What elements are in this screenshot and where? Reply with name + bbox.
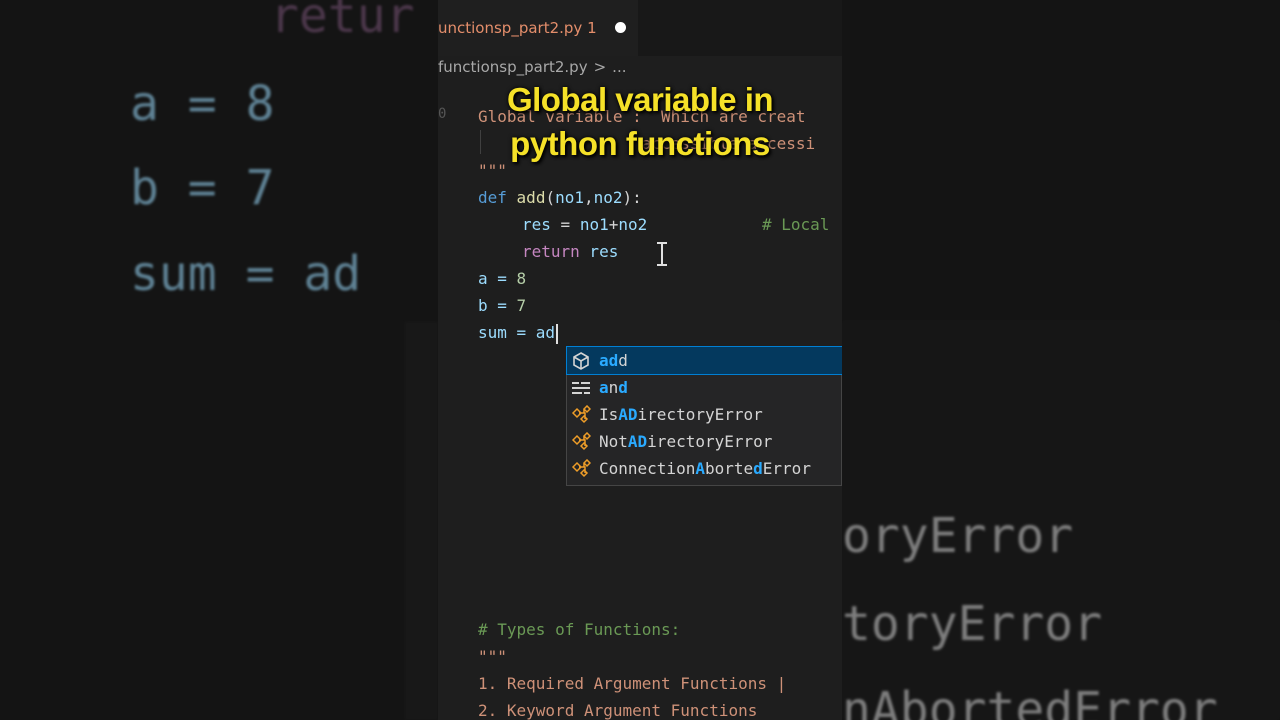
bg-error-2: toryError [842,596,1103,652]
bg-error-3: nAbortedError [842,682,1218,720]
suggestion-add[interactable]: add [566,346,842,375]
class-icon [571,405,591,424]
bg-b-line: b = 7 [130,160,275,216]
tab-functionsp-part2[interactable]: unctionsp_part2.py 1 [438,0,638,56]
video-title-caption: Global variable in python functions [438,78,842,166]
code-line-list-2[interactable]: 2. Keyword Argument Functions [478,697,757,720]
code-line-types-comment[interactable]: # Types of Functions: [478,616,680,643]
suggestion-notadirectoryerror[interactable]: NotADirectoryError [567,428,842,455]
keyword-icon [572,382,590,394]
code-line-res[interactable]: res = no1+no2 [522,211,647,238]
code-line-types-doc[interactable]: """ [478,643,507,670]
autocomplete-suggestions[interactable]: add and IsADirectoryError NotADirectoryE… [566,346,842,486]
method-icon [573,352,589,370]
code-line-list-1[interactable]: 1. Required Argument Functions | [478,670,796,697]
left-zoom-background: retur a = 8 b = 7 sum = ad [0,0,438,720]
breadcrumb-file[interactable]: functionsp_part2.py [438,58,588,76]
code-line-sum[interactable]: sum = ad [478,319,559,346]
caret [556,323,559,344]
code-line-return[interactable]: return res [522,238,618,265]
code-line-a[interactable]: a = 8 [478,265,526,292]
chevron-right-icon: > [593,58,607,76]
suggestion-isadirectoryerror[interactable]: IsADirectoryError [567,401,842,428]
code-line-def[interactable]: def add(no1,no2): [478,184,642,211]
bg-suggest-edge [405,322,438,720]
caption-line-1: Global variable in [506,81,774,118]
unsaved-dot-icon[interactable] [615,22,626,33]
bg-return-text: retur [270,0,415,44]
suggestion-and[interactable]: and [567,374,842,401]
suggestion-connectionabortederror[interactable]: ConnectionAbortedError [567,455,842,482]
tab-bar: unctionsp_part2.py 1 [438,0,842,56]
bg-sum-line: sum = ad [130,246,362,302]
tab-filename: unctionsp_part2.py [438,19,583,37]
class-icon [571,459,591,478]
bg-a-line: a = 8 [130,76,275,132]
tab-problem-count: 1 [587,19,597,37]
code-line-b[interactable]: b = 7 [478,292,526,319]
class-icon [571,432,591,451]
breadcrumb-more[interactable]: ... [612,58,626,76]
bg-error-1: oryError [842,508,1074,564]
caption-line-2: python functions [510,125,770,162]
code-comment-local[interactable]: # Local [762,211,829,238]
text-cursor-icon [656,242,668,266]
right-zoom-background: oryError toryError nAbortedError [842,0,1280,720]
